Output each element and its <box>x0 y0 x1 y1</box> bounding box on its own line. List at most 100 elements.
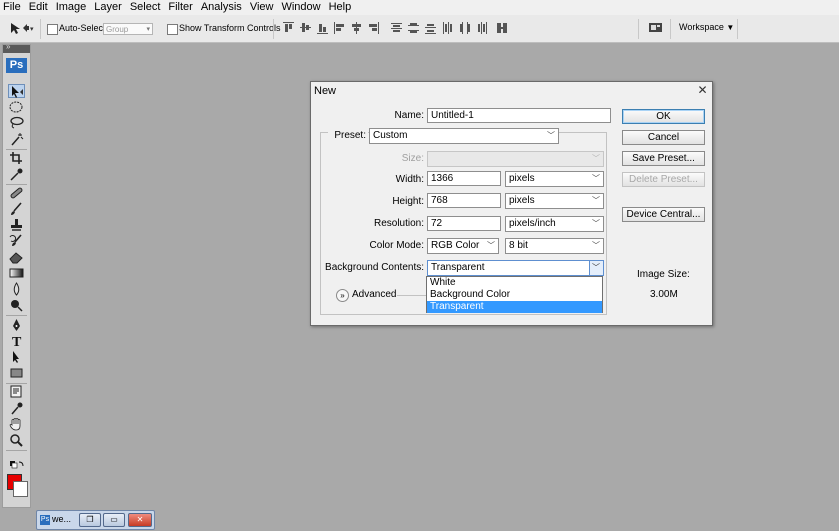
zoom-tool[interactable] <box>8 433 25 447</box>
color-mode-value: RGB Color <box>431 240 480 251</box>
menu-window[interactable]: Window <box>278 0 323 15</box>
dropdown-button[interactable]: ﹀ <box>589 261 603 275</box>
restore-icon: ❐ <box>86 515 94 524</box>
minimized-document[interactable]: Ps we... ❐ ▭ ✕ <box>36 510 155 530</box>
chevron-down-icon: ﹀ <box>487 241 495 250</box>
align-right-icon <box>369 22 379 34</box>
menu-help[interactable]: Help <box>326 0 355 15</box>
magic-wand-icon <box>11 133 24 146</box>
tools-panel-grip[interactable]: » <box>3 42 30 53</box>
close-button[interactable]: ✕ <box>128 513 152 527</box>
dodge-icon <box>11 300 23 312</box>
note-icon <box>10 385 22 398</box>
advanced-toggle[interactable]: » <box>336 289 349 302</box>
menu-analysis[interactable]: Analysis <box>198 0 245 15</box>
menu-view[interactable]: View <box>247 0 277 15</box>
resolution-input[interactable]: 72 <box>427 216 501 231</box>
width-input[interactable]: 1366 <box>427 171 501 186</box>
option-background-color[interactable]: Background Color <box>427 289 602 301</box>
chevron-down-icon: ﹀ <box>592 263 600 272</box>
marquee-tool[interactable] <box>8 100 25 114</box>
move-tool-preset-picker[interactable]: ▾ <box>9 21 35 35</box>
menu-image[interactable]: Image <box>53 0 90 15</box>
minimized-document-label: we... <box>52 514 72 524</box>
maximize-button[interactable]: ▭ <box>103 513 125 527</box>
default-colors-button[interactable] <box>8 458 25 469</box>
notes-tool[interactable] <box>8 385 25 399</box>
distribute-right-icon <box>478 22 487 34</box>
screen-mode-button[interactable] <box>648 21 664 37</box>
lasso-tool[interactable] <box>8 116 25 130</box>
menu-select[interactable]: Select <box>127 0 164 15</box>
default-colors-icon <box>10 461 24 469</box>
show-transform-checkbox[interactable] <box>167 24 178 35</box>
history-brush-icon <box>9 234 22 246</box>
menu-layer[interactable]: Layer <box>91 0 125 15</box>
brush-tool[interactable] <box>8 202 25 216</box>
cancel-button[interactable]: Cancel <box>622 130 705 145</box>
auto-select-dropdown[interactable]: Group ▾ <box>103 23 153 35</box>
ok-button[interactable]: OK <box>622 109 705 124</box>
color-mode-dropdown[interactable]: RGB Color ﹀ <box>427 238 499 254</box>
crop-icon <box>10 152 22 164</box>
pen-tool[interactable] <box>8 318 25 332</box>
align-vcenter-icon <box>300 23 311 32</box>
height-unit-dropdown[interactable]: pixels ﹀ <box>505 193 604 209</box>
workspace-menu[interactable]: Workspace ▼ <box>679 22 734 32</box>
resolution-unit-dropdown[interactable]: pixels/inch ﹀ <box>505 216 604 232</box>
menu-filter[interactable]: Filter <box>165 0 195 15</box>
bit-depth-dropdown[interactable]: 8 bit ﹀ <box>505 238 604 254</box>
separator <box>40 19 41 39</box>
shape-tool[interactable] <box>8 366 25 380</box>
dodge-tool[interactable] <box>8 298 25 312</box>
auto-select-label: Auto-Select: <box>59 23 109 33</box>
hand-tool[interactable] <box>8 417 25 431</box>
option-white[interactable]: White <box>427 277 602 289</box>
lasso-icon <box>10 116 24 129</box>
healing-brush-tool[interactable] <box>8 186 25 200</box>
close-icon[interactable]: ✕ <box>696 84 709 97</box>
eraser-tool[interactable] <box>8 250 25 264</box>
dialog-titlebar[interactable]: New ✕ <box>311 82 712 100</box>
distribute-bottom-icon <box>425 24 436 34</box>
gradient-tool[interactable] <box>8 266 25 280</box>
water-drop-icon <box>13 282 20 296</box>
bit-depth-value: 8 bit <box>509 240 528 251</box>
height-label: Height: <box>392 196 424 207</box>
type-tool[interactable]: T <box>8 334 25 350</box>
device-central-button[interactable]: Device Central... <box>622 207 705 222</box>
background-contents-value: Transparent <box>431 262 485 273</box>
menu-file[interactable]: File <box>0 0 24 15</box>
name-input[interactable]: Untitled-1 <box>427 108 611 123</box>
chevron-down-icon: ﹀ <box>592 154 600 163</box>
type-icon: T <box>12 335 22 350</box>
eyedropper-sample-tool[interactable] <box>8 401 25 415</box>
align-left-icon <box>334 22 344 34</box>
clone-stamp-tool[interactable] <box>8 218 25 232</box>
restore-button[interactable]: ❐ <box>79 513 101 527</box>
chevron-down-icon: ﹀ <box>592 219 600 228</box>
blur-tool[interactable] <box>8 282 25 296</box>
option-transparent[interactable]: Transparent <box>427 301 602 313</box>
background-color-swatch[interactable] <box>13 481 28 497</box>
width-unit-dropdown[interactable]: pixels ﹀ <box>505 171 604 187</box>
magic-wand-tool[interactable] <box>8 132 25 146</box>
auto-select-checkbox[interactable] <box>47 24 58 35</box>
align-hcenter-icon <box>352 22 361 34</box>
save-preset-button[interactable]: Save Preset... <box>622 151 705 166</box>
resolution-label: Resolution: <box>373 218 424 229</box>
name-label: Name: <box>394 110 424 121</box>
preset-dropdown[interactable]: Custom ﹀ <box>369 128 559 144</box>
background-contents-dropdown[interactable]: Transparent ﹀ <box>427 260 604 276</box>
menu-edit[interactable]: Edit <box>26 0 51 15</box>
height-input[interactable]: 768 <box>427 193 501 208</box>
pen-icon <box>13 319 20 331</box>
crop-tool[interactable] <box>8 151 25 165</box>
distribute-left-icon <box>443 22 452 34</box>
history-brush-tool[interactable] <box>8 234 25 248</box>
path-selection-tool[interactable] <box>8 350 25 364</box>
move-tool[interactable] <box>8 84 25 98</box>
eyedropper-tool[interactable] <box>8 167 25 181</box>
hand-icon <box>9 418 21 431</box>
size-label: Size: <box>401 153 424 164</box>
